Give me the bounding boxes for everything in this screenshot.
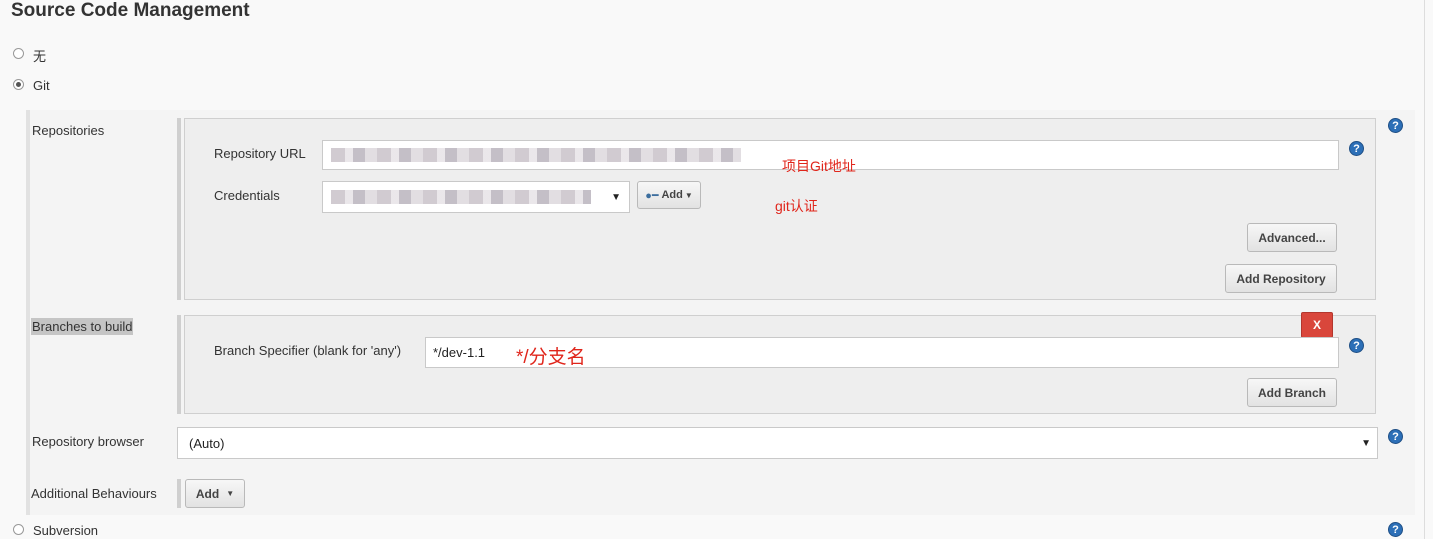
- additional-behaviours-label: Additional Behaviours: [31, 486, 157, 501]
- scm-subversion-label[interactable]: Subversion: [33, 523, 98, 538]
- branch-specifier-annotation: */分支名: [516, 347, 586, 368]
- subversion-help-icon[interactable]: ?: [1388, 522, 1403, 537]
- redacted-url: [331, 148, 741, 162]
- additional-behaviours-bar: [177, 479, 181, 508]
- repository-url-annotation: 项目Git地址: [782, 158, 856, 174]
- additional-behaviours-add-label: Add: [195, 486, 220, 501]
- credentials-add-label: Add: [661, 189, 683, 201]
- credentials-add-button[interactable]: ●━ Add ▼: [637, 181, 701, 209]
- additional-behaviours-add-button[interactable]: Add ▼: [185, 479, 245, 508]
- delete-branch-button[interactable]: X: [1301, 312, 1333, 338]
- credentials-select[interactable]: ▼: [322, 181, 630, 213]
- chevron-down-icon: ▼: [226, 489, 235, 498]
- credentials-label: Credentials: [214, 188, 280, 203]
- repository-browser-select[interactable]: (Auto) ▼: [177, 427, 1378, 459]
- repository-browser-value: (Auto): [189, 435, 225, 451]
- scm-subversion-radio[interactable]: [13, 524, 24, 535]
- key-icon: ●━: [645, 189, 659, 202]
- section-title: Source Code Management: [11, 0, 250, 21]
- branch-specifier-label: Branch Specifier (blank for 'any'): [214, 343, 402, 358]
- credentials-annotation: git认证: [775, 198, 818, 214]
- chevron-down-icon: ▼: [684, 190, 693, 200]
- chevron-down-icon: ▼: [1361, 437, 1371, 449]
- page-right-rule: [1424, 0, 1425, 539]
- advanced-button[interactable]: Advanced...: [1247, 223, 1337, 252]
- repository-url-help-icon[interactable]: ?: [1349, 141, 1364, 156]
- scm-none-radio[interactable]: [13, 48, 24, 59]
- add-repository-button[interactable]: Add Repository: [1225, 264, 1337, 293]
- repository-browser-label: Repository browser: [32, 434, 144, 449]
- add-branch-button[interactable]: Add Branch: [1247, 378, 1337, 407]
- branches-label: Branches to build: [31, 318, 134, 335]
- scm-git-radio[interactable]: [13, 79, 24, 90]
- repositories-group-bar: [177, 118, 181, 300]
- branches-group-bar: [177, 315, 181, 414]
- repository-url-label: Repository URL: [214, 146, 306, 161]
- repository-browser-help-icon[interactable]: ?: [1388, 429, 1403, 444]
- branch-specifier-help-icon[interactable]: ?: [1349, 338, 1364, 353]
- scm-git-label[interactable]: Git: [33, 78, 50, 93]
- scm-none-label[interactable]: 无: [33, 46, 46, 65]
- chevron-down-icon: ▼: [611, 191, 621, 203]
- redacted-credential: [331, 190, 591, 204]
- repositories-label: Repositories: [32, 123, 105, 138]
- git-config-panel-bar: [26, 110, 30, 515]
- branch-specifier-value: */dev-1.1: [433, 345, 486, 360]
- repositories-help-icon[interactable]: ?: [1388, 118, 1403, 133]
